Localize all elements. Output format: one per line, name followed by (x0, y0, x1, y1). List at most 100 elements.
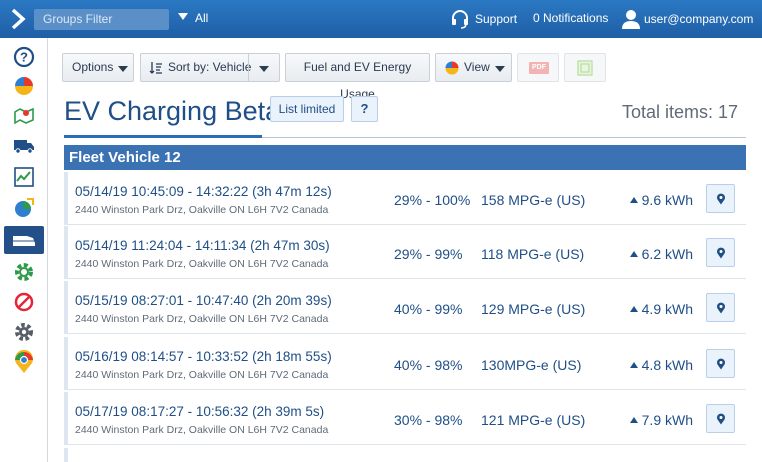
arrow-up-icon (629, 251, 638, 257)
view-label: View (464, 60, 490, 74)
excel-export-button[interactable] (564, 53, 606, 82)
rules-nav[interactable] (4, 258, 44, 286)
title-divider (262, 137, 746, 138)
map-pin-icon (716, 358, 725, 369)
map-pin-icon (716, 413, 725, 424)
user-menu[interactable]: user@company.com (622, 8, 753, 30)
chevron-right-icon[interactable] (8, 8, 28, 30)
options-dropdown-icon (118, 66, 128, 72)
row-energy: 9.6 kWh (629, 192, 693, 208)
table-row[interactable]: 05/14/19 10:45:09 - 14:32:22 (3h 47m 12s… (64, 172, 746, 225)
left-sidebar: ? (0, 38, 48, 462)
activity-chart-icon (14, 167, 34, 187)
groups-filter-value[interactable]: All (195, 11, 208, 25)
sort-label: Sort by: Vehicle (168, 60, 252, 74)
row-indicator (64, 172, 68, 225)
row-mpg: 130MPG-e (US) (481, 357, 582, 373)
user-label: user@company.com (644, 12, 754, 26)
headset-icon (452, 10, 468, 29)
row-address: 2440 Winston Park Drz, Oakville ON L6H 7… (75, 424, 329, 436)
svg-text:?: ? (20, 50, 28, 65)
row-mpg: 129 MPG-e (US) (481, 301, 586, 317)
activity-nav[interactable] (4, 163, 44, 191)
row-indicator (64, 448, 68, 462)
row-charge-range: 29% - 100% (394, 192, 471, 208)
help-icon: ? (13, 46, 35, 68)
row-energy-value: 4.9 kWh (641, 301, 693, 317)
row-map-button[interactable] (706, 293, 735, 322)
table-row[interactable]: 05/16/19 08:14:57 - 10:33:52 (2h 18m 55s… (64, 337, 746, 390)
settings-gear-icon (15, 323, 33, 341)
support-label: Support (475, 12, 518, 26)
list-limited-button[interactable]: List limited (270, 96, 344, 122)
row-energy: 4.8 kWh (629, 357, 693, 373)
row-charge-range: 40% - 98% (394, 357, 463, 373)
ev-nav[interactable] (4, 226, 44, 254)
settings-nav[interactable] (4, 318, 44, 346)
support-link[interactable]: Support (450, 8, 517, 30)
row-energy: 6.2 kWh (629, 246, 693, 262)
sort-button[interactable]: Sort by: Vehicle (140, 53, 280, 82)
row-address: 2440 Winston Park Drz, Oakville ON L6H 7… (75, 369, 329, 381)
row-map-button[interactable] (706, 184, 735, 213)
exceptions-block-icon (14, 292, 34, 312)
row-energy: 4.9 kWh (629, 301, 693, 317)
row-indicator (64, 281, 68, 334)
row-energy: 7.9 kWh (629, 412, 693, 428)
row-mpg: 118 MPG-e (US) (481, 246, 585, 262)
help-button[interactable]: ? (351, 96, 378, 122)
row-address: 2440 Winston Park Drz, Oakville ON L6H 7… (75, 204, 329, 216)
row-energy-value: 9.6 kWh (641, 192, 693, 208)
excel-icon (577, 60, 593, 76)
row-indicator (64, 392, 68, 445)
user-icon (622, 10, 640, 29)
row-charge-range: 29% - 99% (394, 246, 463, 262)
vehicles-nav[interactable] (4, 132, 44, 160)
arrow-up-icon (629, 306, 638, 312)
arrow-up-icon (629, 362, 638, 368)
view-dropdown-icon (495, 66, 505, 72)
row-energy-value: 4.8 kWh (641, 357, 693, 373)
row-energy-value: 6.2 kWh (641, 246, 693, 262)
row-energy-value: 7.9 kWh (641, 412, 693, 428)
rules-gear-icon (15, 263, 33, 281)
row-charge-range: 30% - 98% (394, 412, 463, 428)
row-date-range: 05/16/19 08:14:57 - 10:33:52 (2h 18m 55s… (75, 349, 332, 364)
map-nav[interactable] (4, 102, 44, 130)
fuel-ev-report-button[interactable]: Fuel and EV Energy Usage (285, 53, 430, 101)
notifications-link[interactable]: 0 Notifications (533, 11, 608, 25)
row-mpg: 158 MPG-e (US) (481, 192, 586, 208)
view-pie-icon (445, 61, 459, 75)
title-underline (64, 135, 262, 138)
table-row[interactable]: 05/17/19 08:17:27 - 10:56:32 (2h 39m 5s)… (64, 392, 746, 445)
exceptions-nav[interactable] (4, 288, 44, 316)
help-nav[interactable]: ? (4, 43, 44, 71)
groups-filter-dropdown-icon[interactable] (178, 13, 188, 20)
marketplace-nav[interactable] (4, 348, 44, 376)
row-address: 2440 Winston Park Drz, Oakville ON L6H 7… (75, 313, 329, 325)
view-button[interactable]: View (435, 53, 512, 82)
row-date-range: 05/17/19 08:17:27 - 10:56:32 (2h 39m 5s) (75, 404, 325, 419)
engine-nav[interactable] (4, 194, 44, 222)
page-title: EV Charging Beta (64, 96, 281, 126)
pdf-export-button[interactable]: PDF (517, 53, 559, 82)
sort-dropdown-icon[interactable] (259, 66, 269, 72)
total-items-count: Total items: 17 (621, 102, 738, 122)
row-date-range: 05/14/19 11:24:04 - 14:11:34 (2h 47m 30s… (75, 238, 330, 253)
pdf-icon: PDF (532, 64, 546, 71)
map-pin-icon (716, 193, 725, 204)
dashboard-nav[interactable] (4, 72, 44, 100)
groups-filter-input[interactable]: Groups Filter (34, 9, 169, 30)
row-address: 2440 Winston Park Drz, Oakville ON L6H 7… (75, 258, 329, 270)
row-map-button[interactable] (706, 349, 735, 378)
row-indicator (64, 226, 68, 279)
dashboard-pie-icon (15, 77, 33, 95)
options-button[interactable]: Options (62, 53, 134, 82)
table-row[interactable]: 05/15/19 08:27:01 - 10:47:40 (2h 20m 39s… (64, 281, 746, 334)
top-bar: Groups Filter All Support 0 Notification… (0, 0, 762, 38)
table-row[interactable]: 05/14/19 11:24:04 - 14:11:34 (2h 47m 30s… (64, 226, 746, 279)
vehicle-truck-icon (14, 140, 34, 154)
map-pin-icon (716, 302, 725, 313)
row-map-button[interactable] (706, 238, 735, 267)
row-map-button[interactable] (706, 404, 735, 433)
